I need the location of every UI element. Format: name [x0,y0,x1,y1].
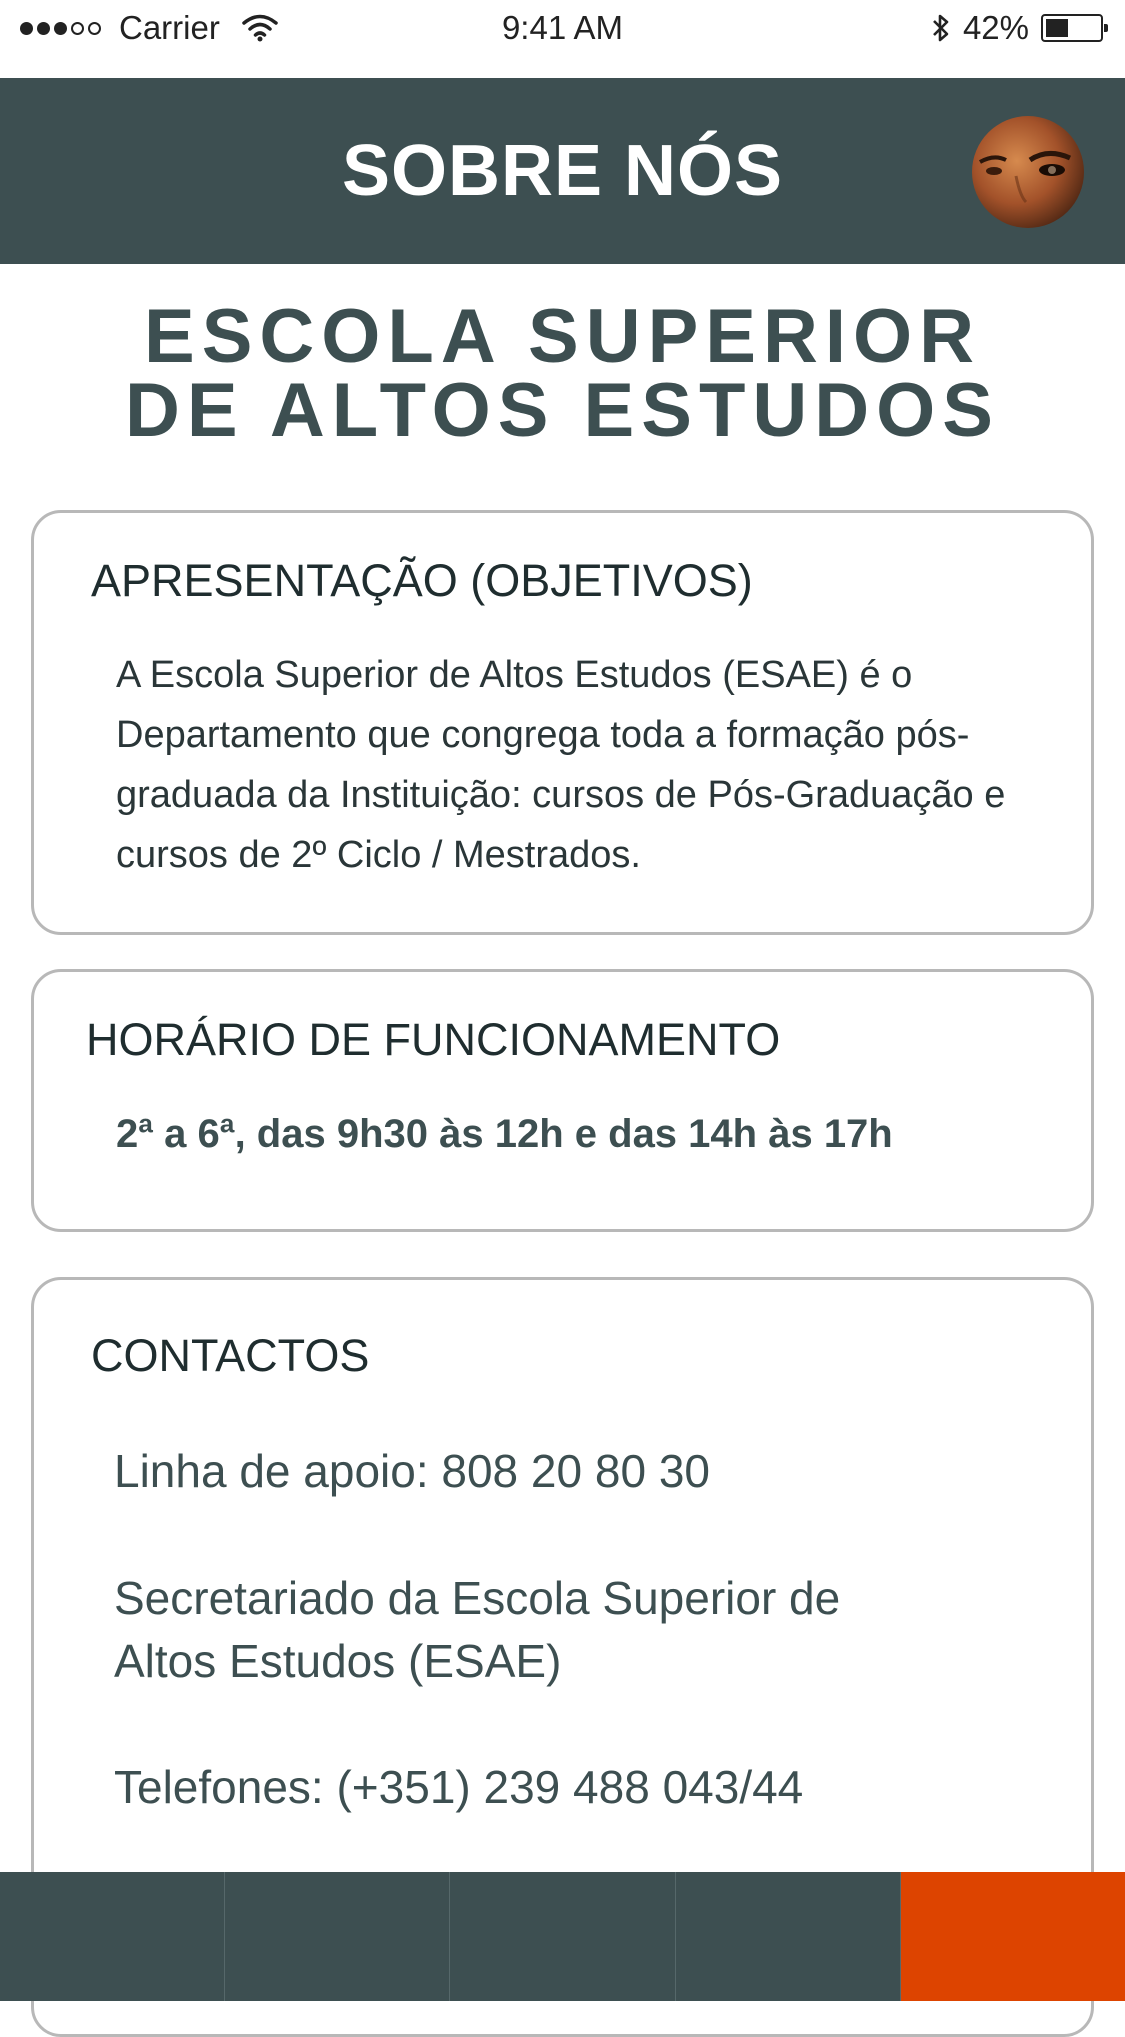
tab-5-active[interactable] [900,1872,1125,2001]
presentation-card: APRESENTAÇÃO (OBJETIVOS) A Escola Superi… [31,510,1094,935]
contacts-title: CONTACTOS [91,1330,370,1381]
bluetooth-icon [931,12,951,44]
status-bar-right: 42% [931,8,1108,48]
page-title: SOBRE NÓS [341,131,784,211]
opening-hours-card: HORÁRIO DE FUNCIONAMENTO 2ª a 6ª, das 9h… [31,969,1094,1232]
tab-1[interactable] [0,1872,226,2001]
status-bar: Carrier 9:41 AM 42% [0,0,1125,78]
institution-title-line-1: ESCOLA SUPERIOR [144,294,981,379]
presentation-text: A Escola Superior de Altos Estudos (ESAE… [116,654,1006,876]
institution-title: ESCOLA SUPERIOR DE ALTOS ESTUDOS [0,294,1125,453]
presentation-title: APRESENTAÇÃO (OBJETIVOS) [91,555,753,606]
bottom-tab-bar [0,1872,1125,2001]
institution-title-line-2: DE ALTOS ESTUDOS [125,368,1000,453]
avatar-photo-icon [979,151,1072,204]
battery-icon [1041,14,1108,42]
secretariat-name-line-1: Secretariado da Escola Superior de [114,1572,841,1624]
app-header: SOBRE NÓS [0,78,1125,264]
secretariat-phones[interactable]: Telefones: (+351) 239 488 043/44 [114,1756,803,1819]
opening-hours-title: HORÁRIO DE FUNCIONAMENTO [86,1014,781,1065]
tab-4[interactable] [675,1872,901,2001]
battery-fill [1046,19,1068,37]
secretariat-name-line-2: Altos Estudos (ESAE) [114,1635,562,1687]
secretariat-name: Secretariado da Escola Superior de Altos… [114,1567,840,1693]
battery-percent: 42% [962,9,1029,46]
avatar[interactable] [972,116,1084,228]
tab-2[interactable] [225,1872,451,2001]
tab-3[interactable] [450,1872,676,2001]
support-line-phone[interactable]: Linha de apoio: 808 20 80 30 [114,1440,710,1503]
opening-hours-text: 2ª a 6ª, das 9h30 às 12h e das 14h às 17… [116,1112,893,1156]
